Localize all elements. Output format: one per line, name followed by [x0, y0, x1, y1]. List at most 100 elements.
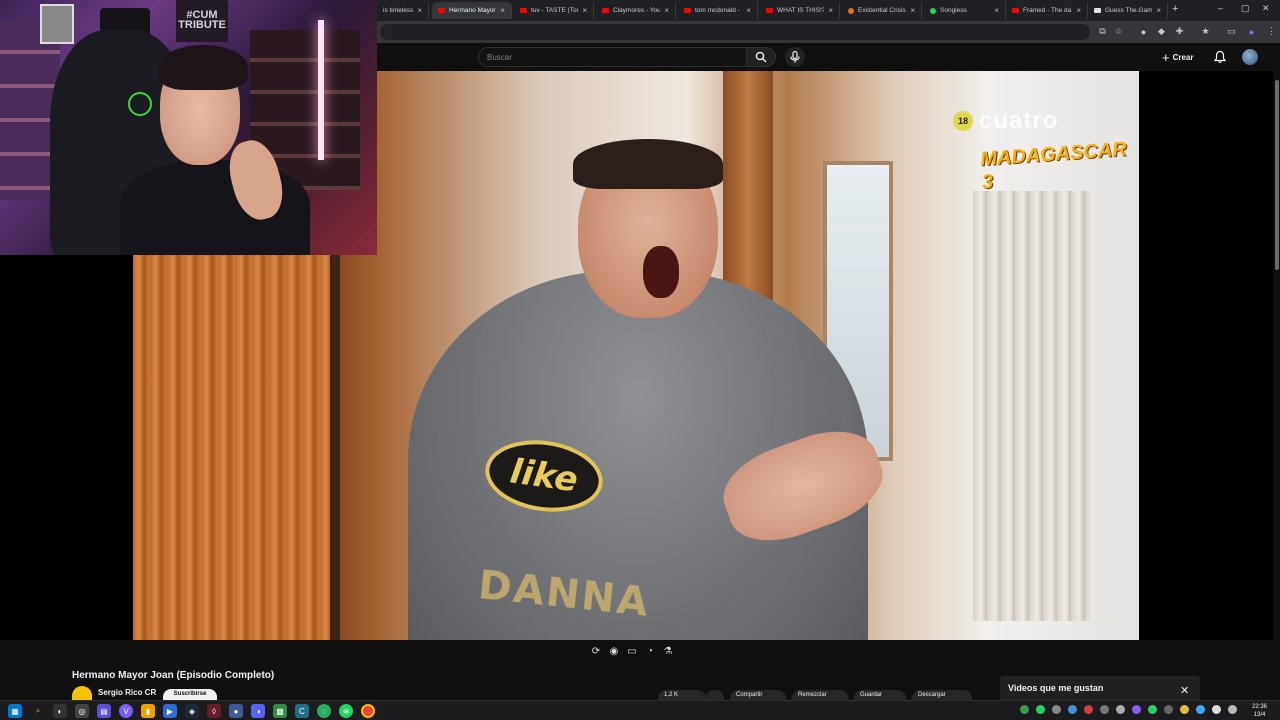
site-icon: [1094, 8, 1101, 13]
create-button[interactable]: + Crear: [1162, 49, 1194, 65]
browser-tab[interactable]: WHAT IS THIS!? ×: [760, 2, 840, 19]
close-tab-icon[interactable]: ×: [582, 6, 587, 15]
taskbar-app-icon[interactable]: ▤: [97, 704, 111, 718]
windows-start-icon[interactable]: ▦: [8, 704, 22, 718]
tray-icon[interactable]: [1036, 705, 1045, 714]
taskbar-app-icon[interactable]: ◐: [53, 704, 67, 718]
tray-icon[interactable]: [1100, 705, 1109, 714]
close-tab-icon[interactable]: ×: [746, 6, 751, 15]
browser-tab[interactable]: Guess The.Game ×: [1088, 2, 1168, 19]
address-bar[interactable]: [380, 24, 1090, 40]
steam-icon[interactable]: ◈: [185, 704, 199, 718]
extensions-puzzle-icon[interactable]: ✚: [1174, 26, 1185, 37]
discord-icon[interactable]: ◑: [251, 704, 265, 718]
notifications-bell-icon[interactable]: [1213, 50, 1227, 64]
share-button[interactable]: Compartir: [730, 690, 786, 700]
tray-icon[interactable]: [1164, 705, 1173, 714]
download-button[interactable]: Descargar: [912, 690, 972, 700]
close-tab-icon[interactable]: ×: [1156, 6, 1161, 15]
miniplayer-icon[interactable]: ▭: [626, 645, 638, 657]
tray-icon[interactable]: [1116, 705, 1125, 714]
tab-title: Existential Crisis: [858, 7, 906, 14]
speed-icon[interactable]: ◔: [644, 645, 656, 657]
channel-name[interactable]: Sergio Rico CR: [98, 688, 156, 697]
taskbar-app-icon[interactable]: ◊: [207, 704, 221, 718]
subscribe-button[interactable]: Suscribirse: [163, 689, 217, 700]
remix-button[interactable]: Remezclar: [792, 690, 848, 700]
tab-title: Songless: [940, 7, 967, 14]
extension-icon[interactable]: ◆: [1156, 26, 1167, 37]
search-input[interactable]: Buscar: [478, 47, 746, 67]
browser-tab[interactable]: tom mcdonald - ×: [678, 2, 758, 19]
close-tab-icon[interactable]: ×: [664, 6, 669, 15]
close-tab-icon[interactable]: ×: [994, 6, 999, 15]
battery-icon[interactable]: [1228, 705, 1237, 714]
taskbar-app-icon[interactable]: ◌: [317, 704, 331, 718]
browser-tab[interactable]: tuv - TASTE (Tom ×: [514, 2, 594, 19]
save-button[interactable]: Guardar: [854, 690, 906, 700]
audio-icon[interactable]: ◉: [608, 645, 620, 657]
tray-icon[interactable]: [1132, 705, 1141, 714]
experiment-icon[interactable]: ⚗: [662, 645, 674, 657]
browser-tab[interactable]: Existential Crisis ×: [842, 2, 922, 19]
tray-icon[interactable]: [1052, 705, 1061, 714]
tray-icon[interactable]: [1068, 705, 1077, 714]
dislike-button[interactable]: [706, 690, 724, 700]
wifi-icon[interactable]: [1196, 705, 1205, 714]
microphone-icon: [790, 51, 800, 63]
search-icon[interactable]: ⌕: [31, 704, 45, 718]
browser-tab[interactable]: Framed - The da ×: [1006, 2, 1088, 19]
close-tab-icon[interactable]: ×: [417, 6, 422, 15]
minimize-button[interactable]: –: [1218, 3, 1223, 13]
maximize-button[interactable]: ▢: [1241, 3, 1250, 14]
side-panel-icon[interactable]: ▭: [1226, 26, 1237, 37]
tab-title: is timeless, li: [383, 7, 414, 14]
like-button[interactable]: 1,2 K: [658, 690, 706, 700]
scrollbar-thumb[interactable]: [1275, 80, 1279, 270]
channel-avatar[interactable]: [72, 686, 92, 700]
bookmark-star-icon[interactable]: ☆: [1113, 26, 1124, 37]
razer-logo: [128, 92, 152, 116]
taskbar-app-icon[interactable]: V: [119, 704, 133, 718]
tab-title: WHAT IS THIS!?: [777, 7, 825, 14]
browser-menu-icon[interactable]: ⋮: [1266, 26, 1277, 37]
system-clock[interactable]: 22:36 13/4: [1252, 703, 1267, 719]
profile-icon[interactable]: ●: [1246, 26, 1257, 37]
close-icon[interactable]: ✕: [1180, 684, 1189, 697]
tray-icon[interactable]: [1148, 705, 1157, 714]
tray-icon[interactable]: [1180, 705, 1189, 714]
browser-tab[interactable]: is timeless, li ×: [377, 2, 429, 19]
browser-tab[interactable]: Claymores - YouT ×: [596, 2, 676, 19]
youtube-icon: [520, 8, 527, 13]
close-tab-icon[interactable]: ×: [500, 6, 505, 15]
install-app-icon[interactable]: ⧉: [1097, 26, 1108, 37]
taskbar-app-icon[interactable]: ▮: [141, 704, 155, 718]
taskbar-app-icon[interactable]: ▶: [163, 704, 177, 718]
tray-icon[interactable]: [1084, 705, 1093, 714]
youtube-icon: [602, 8, 609, 13]
toast-message: Videos que me gustan: [1008, 683, 1104, 693]
loop-icon[interactable]: ⟳: [590, 645, 602, 657]
taskbar-app-icon[interactable]: C: [295, 704, 309, 718]
browser-tab-active[interactable]: Hermano Mayor ×: [432, 2, 512, 19]
taskbar-app-icon[interactable]: ▩: [273, 704, 287, 718]
search-button[interactable]: [746, 47, 776, 67]
voice-search-button[interactable]: [785, 47, 805, 67]
bookmarks-icon[interactable]: ★: [1200, 26, 1211, 37]
new-tab-button[interactable]: +: [1172, 3, 1178, 15]
extension-icon[interactable]: ●: [1138, 26, 1149, 37]
taskbar-app-icon[interactable]: ●: [229, 704, 243, 718]
spotify-icon[interactable]: ≋: [339, 704, 353, 718]
account-avatar[interactable]: [1242, 49, 1258, 65]
browser-tab[interactable]: Songless ×: [924, 2, 1006, 19]
taskbar-app-icon[interactable]: ◎: [75, 704, 89, 718]
close-tab-icon[interactable]: ×: [910, 6, 915, 15]
close-tab-icon[interactable]: ×: [828, 6, 833, 15]
player-controls: ⟳ ◉ ▭ ◔ ⚗: [590, 645, 674, 659]
close-window-button[interactable]: ✕: [1262, 3, 1270, 14]
tray-icon[interactable]: [1020, 705, 1029, 714]
show-logo: MADAGASCAR 3: [979, 138, 1128, 194]
close-tab-icon[interactable]: ×: [1076, 6, 1081, 15]
chrome-icon[interactable]: [361, 704, 375, 718]
volume-icon[interactable]: [1212, 705, 1221, 714]
